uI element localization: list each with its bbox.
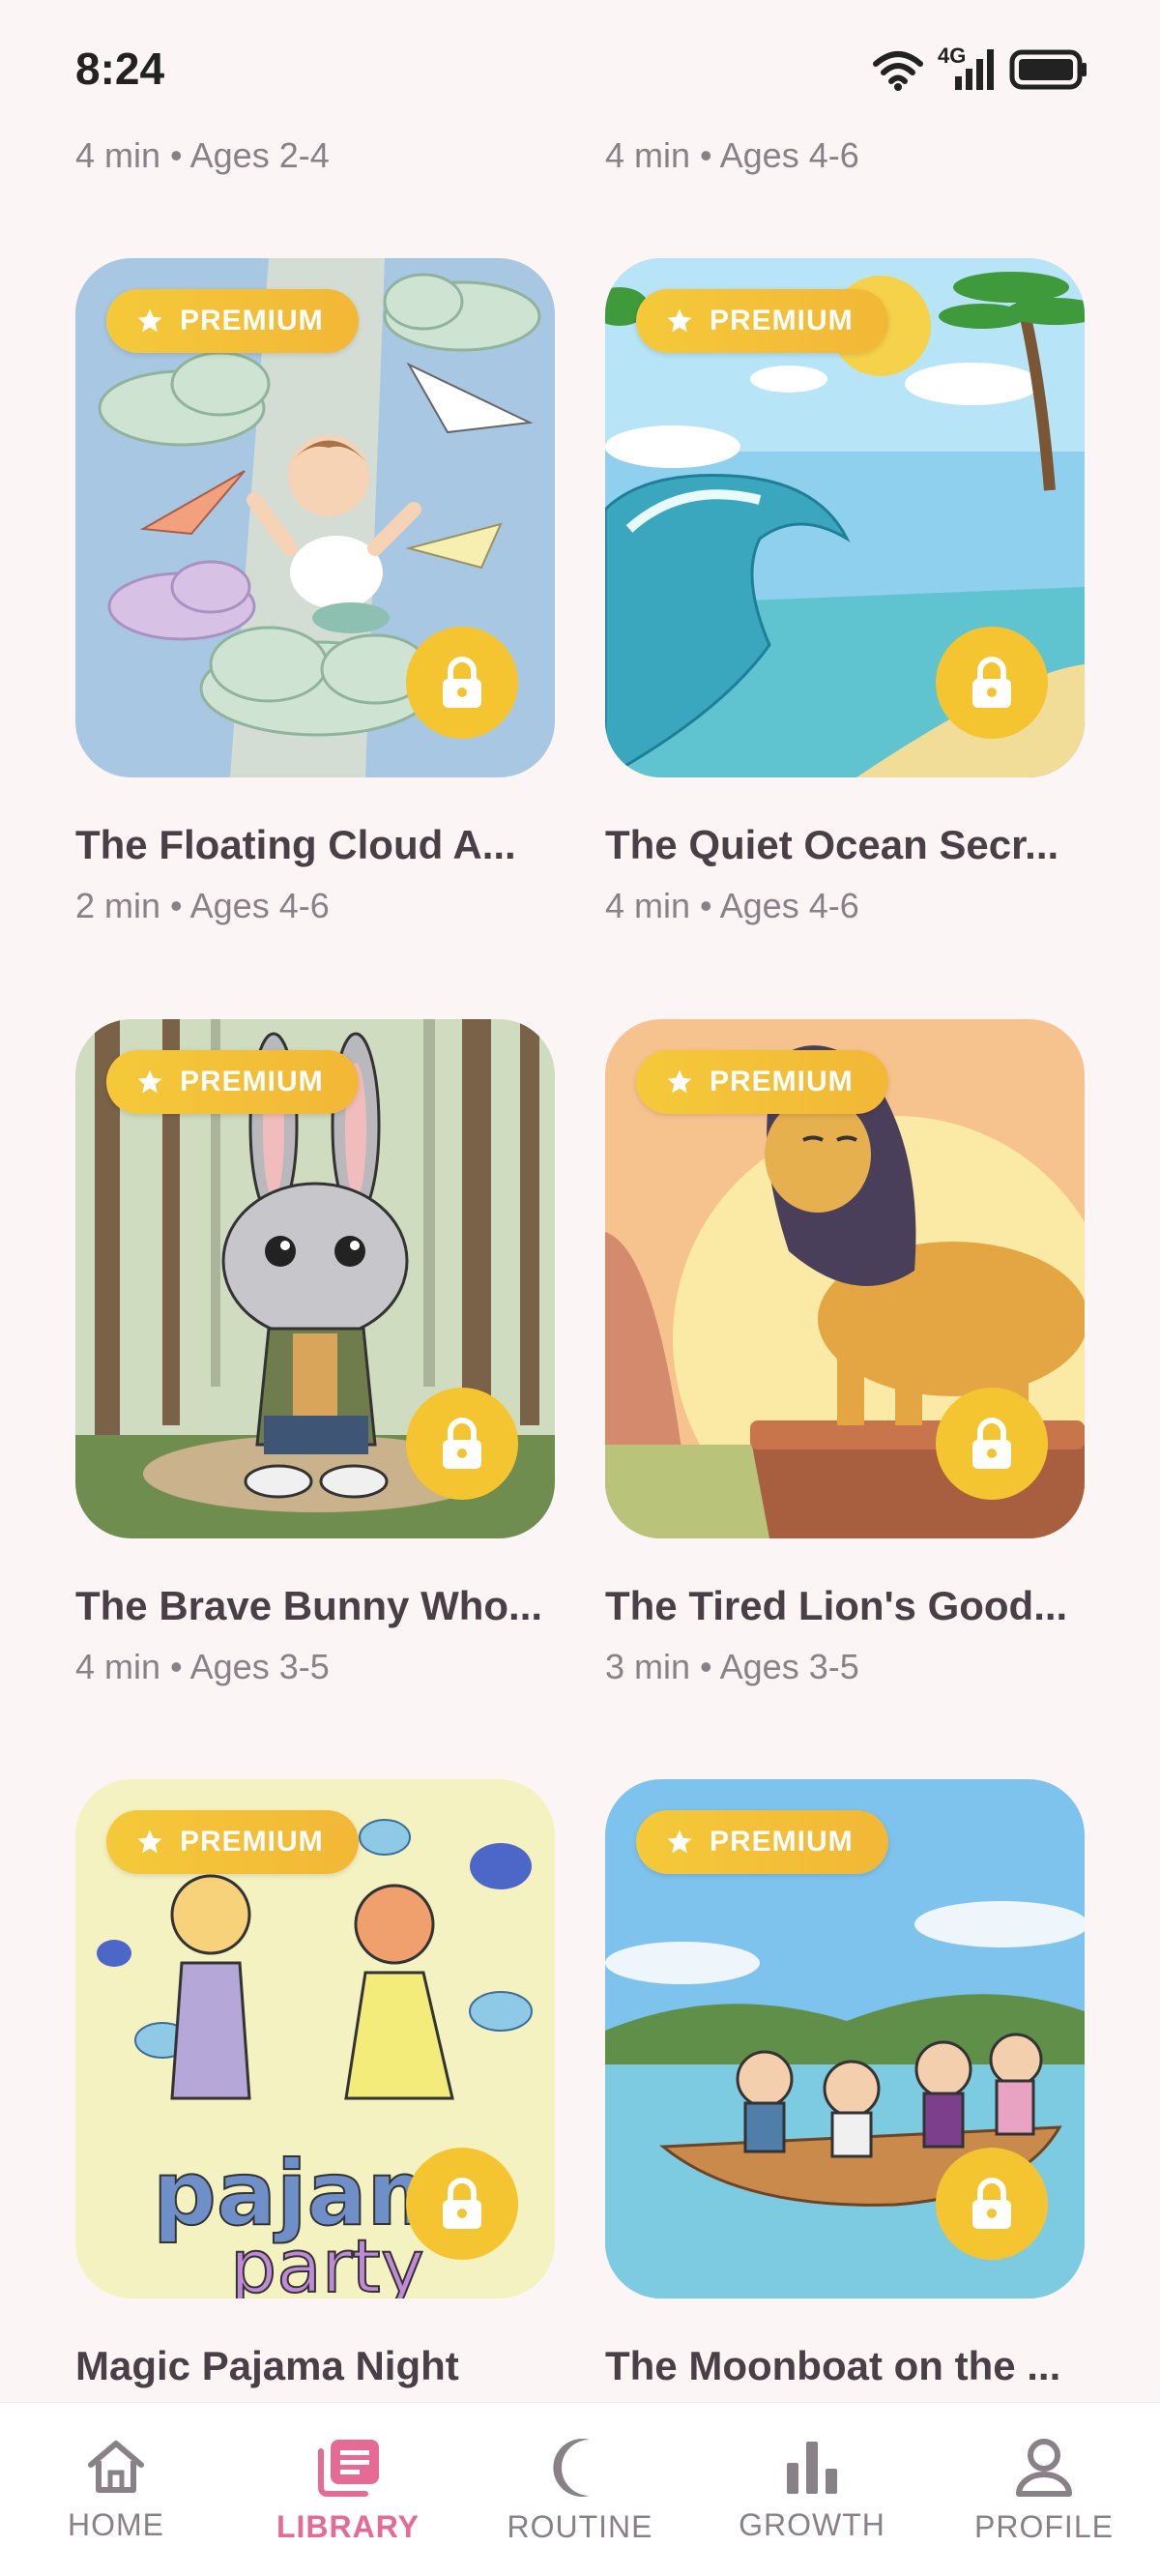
premium-label: PREMIUM: [180, 1066, 324, 1098]
story-thumbnail[interactable]: PREMIUM: [75, 1019, 555, 1538]
lock-icon: [443, 657, 481, 708]
nav-label: GROWTH: [739, 2507, 885, 2542]
lock-button[interactable]: [406, 627, 518, 739]
lock-button[interactable]: [406, 2148, 518, 2260]
premium-label: PREMIUM: [710, 305, 854, 337]
nav-routine[interactable]: ROUTINE: [464, 2403, 696, 2576]
story-title[interactable]: The Tired Lion's Good...: [605, 1583, 1085, 1629]
story-meta: 4 min • Ages 4-6: [605, 886, 859, 925]
premium-badge: PREMIUM: [636, 1810, 888, 1874]
star-icon: [667, 1830, 692, 1854]
lock-button[interactable]: [936, 1388, 1048, 1500]
story-meta: 4 min • Ages 2-4: [75, 135, 330, 175]
bar-chart-icon: [787, 2442, 837, 2494]
nav-home[interactable]: HOME: [0, 2403, 232, 2576]
story-thumbnail[interactable]: PREMIUM: [75, 258, 555, 777]
art-text: party: [230, 2223, 424, 2298]
bottom-nav: HOME LIBRARY ROUTINE GROWTH PROFILE: [0, 2402, 1160, 2576]
premium-label: PREMIUM: [180, 305, 324, 337]
battery-icon: [1009, 49, 1087, 90]
nav-growth[interactable]: GROWTH: [696, 2403, 928, 2576]
story-title[interactable]: The Floating Cloud A...: [75, 822, 555, 868]
lock-icon: [443, 2178, 481, 2229]
story-card[interactable]: PREMIUM The Floating Cloud A... 2 min • …: [75, 258, 555, 926]
moon-icon: [553, 2439, 590, 2497]
story-thumbnail[interactable]: PREMIUM: [605, 1779, 1085, 2298]
star-icon: [137, 308, 162, 333]
nav-label: ROUTINE: [507, 2509, 653, 2544]
star-icon: [667, 1069, 692, 1094]
nav-profile[interactable]: PROFILE: [928, 2403, 1160, 2576]
lock-button[interactable]: [936, 627, 1048, 739]
premium-badge: PREMIUM: [636, 289, 888, 353]
story-card[interactable]: PREMIUM The Quiet Ocean Secr... 4 min • …: [605, 258, 1085, 926]
lock-icon: [972, 2178, 1011, 2229]
cellular-icon: 4G: [938, 44, 996, 92]
premium-badge: PREMIUM: [106, 1810, 359, 1874]
premium-label: PREMIUM: [710, 1066, 854, 1098]
lock-icon: [972, 657, 1011, 708]
story-meta: 3 min • Ages 3-5: [605, 1647, 859, 1686]
wifi-icon: [873, 51, 923, 91]
lock-button[interactable]: [406, 1388, 518, 1500]
star-icon: [137, 1830, 162, 1854]
nav-label: PROFILE: [974, 2509, 1114, 2544]
status-bar: 8:24 4G: [0, 0, 1160, 135]
story-title[interactable]: The Moonboat on the ...: [605, 2343, 1085, 2389]
lock-icon: [443, 1418, 481, 1469]
home-icon: [88, 2441, 144, 2493]
status-icons: 4G: [872, 44, 1088, 93]
lock-icon: [972, 1418, 1011, 1469]
story-card[interactable]: pajam party PREMIUM Magic Pajama Night: [75, 1779, 555, 2389]
story-thumbnail[interactable]: pajam party PREMIUM: [75, 1779, 555, 2298]
story-title[interactable]: The Brave Bunny Who...: [75, 1583, 555, 1629]
nav-label: HOME: [68, 2507, 164, 2542]
story-thumbnail[interactable]: PREMIUM: [605, 1019, 1085, 1538]
nav-library[interactable]: LIBRARY: [232, 2403, 464, 2576]
story-meta: 4 min • Ages 4-6: [605, 135, 859, 175]
premium-label: PREMIUM: [180, 1826, 324, 1858]
story-meta: 2 min • Ages 4-6: [75, 886, 330, 925]
library-icon: [318, 2440, 379, 2497]
story-card[interactable]: PREMIUM The Brave Bunny Who... 4 min • A…: [75, 1019, 555, 1687]
premium-badge: PREMIUM: [106, 289, 359, 353]
story-thumbnail[interactable]: PREMIUM: [605, 258, 1085, 777]
premium-badge: PREMIUM: [636, 1050, 888, 1114]
premium-label: PREMIUM: [710, 1826, 854, 1858]
nav-label: LIBRARY: [276, 2509, 420, 2544]
star-icon: [137, 1069, 162, 1094]
story-card[interactable]: PREMIUM The Tired Lion's Good... 3 min •…: [605, 1019, 1085, 1687]
story-meta: 4 min • Ages 3-5: [75, 1647, 330, 1686]
premium-badge: PREMIUM: [106, 1050, 359, 1114]
story-card[interactable]: PREMIUM The Moonboat on the ...: [605, 1779, 1085, 2389]
star-icon: [667, 308, 692, 333]
status-time: 8:24: [75, 44, 165, 94]
user-icon: [1016, 2439, 1072, 2497]
story-title[interactable]: The Quiet Ocean Secr...: [605, 822, 1085, 868]
lock-button[interactable]: [936, 2148, 1048, 2260]
story-title[interactable]: Magic Pajama Night: [75, 2343, 555, 2389]
